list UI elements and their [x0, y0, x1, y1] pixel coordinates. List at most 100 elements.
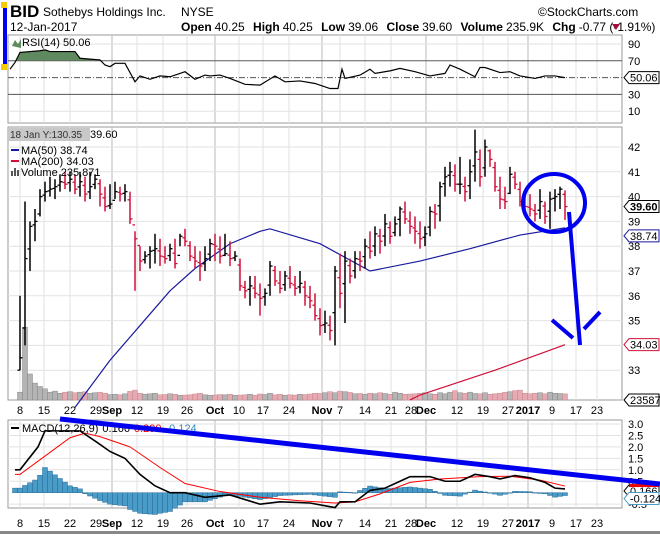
macd-histogram-bar	[132, 492, 138, 512]
macd-histogram-bar	[87, 492, 93, 497]
volume-bar	[87, 392, 93, 401]
volume-bar	[367, 392, 373, 401]
macd-histogram-bar	[552, 492, 558, 498]
macd-histogram-bar	[422, 488, 428, 493]
macd-histogram-bar	[397, 487, 403, 493]
macd-histogram-bar	[62, 481, 68, 493]
macd-histogram-bar	[37, 475, 43, 493]
macd-histogram-bar	[342, 491, 348, 493]
volume-bar	[92, 392, 98, 401]
volume-bar	[112, 394, 118, 401]
volume-bar	[432, 394, 438, 401]
x-tick-label: 22	[64, 518, 76, 530]
macd-histogram-bar	[272, 492, 278, 497]
volume-bar	[457, 392, 463, 401]
macd-histogram-bar	[467, 491, 473, 493]
macd-histogram-bar	[537, 492, 543, 494]
volume-bar	[482, 392, 488, 401]
volume-bar	[242, 394, 248, 401]
price-y-tick-label: 38	[628, 241, 640, 253]
x-tick-label: 17	[257, 405, 269, 417]
volume-bar	[302, 394, 308, 401]
macd-histogram-bar	[452, 492, 458, 497]
x-tick-label: Sep	[102, 518, 122, 530]
macd-hist-value-label: -0.124	[623, 492, 660, 506]
tooltip-text: 18 Jan Y:130.35	[10, 130, 83, 141]
volume-bar	[182, 394, 188, 401]
volume-bar	[252, 395, 258, 401]
macd-histogram-bar	[292, 492, 298, 496]
volume-bar	[142, 394, 148, 401]
volume-bar	[47, 391, 53, 401]
annotation-handle[interactable]	[1, 2, 7, 8]
volume-bar	[322, 392, 328, 401]
x-tick-label: Nov	[312, 405, 334, 417]
macd-histogram-bar	[312, 492, 318, 496]
volume-bar	[542, 393, 548, 401]
volume-bar	[427, 393, 433, 401]
volume-bar	[127, 391, 133, 401]
x-tick-label: 26	[181, 405, 193, 417]
macd-histogram-bar	[32, 479, 38, 493]
volume-bar	[277, 394, 283, 401]
macd-histogram-bar	[42, 467, 48, 493]
volume-bar	[167, 393, 173, 401]
last-price-label: 39.60	[623, 200, 660, 214]
macd-histogram-bar	[522, 491, 528, 493]
macd-histogram-bar	[72, 487, 78, 493]
volume-bar	[297, 394, 303, 401]
rsi-panel	[7, 34, 623, 124]
volume-bar	[552, 392, 558, 401]
macd-histogram-bar	[527, 491, 533, 493]
volume-bar	[402, 394, 408, 401]
volume-bar	[42, 388, 48, 401]
macd-histogram-bar	[477, 490, 483, 493]
macd-histogram-bar	[517, 491, 523, 493]
ma50-value-label-text: 38.74	[630, 231, 658, 243]
volume-bar	[452, 390, 458, 401]
x-tick-label: 23	[591, 518, 603, 530]
macd-histogram-bar	[147, 492, 153, 515]
x-tick-label: 10	[233, 405, 245, 417]
macd-histogram-bar	[17, 487, 23, 493]
volume-bar	[217, 394, 223, 401]
macd-histogram-bar	[52, 474, 58, 493]
volume-bar	[467, 391, 473, 401]
quote-date: 12-Jan-2017	[10, 20, 78, 34]
annotation-handle[interactable]	[1, 64, 7, 70]
open-label: Open	[181, 20, 212, 34]
x-tick-label: 12	[131, 518, 143, 530]
macd-histogram-bar	[167, 492, 173, 512]
stock-chart: BID Sothebys Holdings Inc. NYSE ©StockCh…	[0, 2, 660, 534]
x-tick-label: Dec	[416, 518, 436, 530]
open-value: 40.25	[215, 20, 245, 34]
x-tick-label: 12	[451, 405, 463, 417]
macd-histogram-bar	[107, 492, 113, 505]
ma200-value-label: 34.03	[623, 338, 660, 352]
tooltip-trail-value: 39.60	[90, 129, 118, 141]
exchange: NYSE	[181, 5, 214, 19]
macd-histogram-bar	[287, 492, 293, 496]
price-y-tick-label: 35	[628, 316, 640, 328]
volume-bar	[147, 393, 153, 401]
macd-histogram-bar	[437, 492, 443, 494]
x-tick-label: 21	[385, 405, 397, 417]
volume-bar	[67, 391, 73, 401]
copyright: ©StockCharts.com	[538, 5, 638, 19]
macd-histogram-bar	[547, 492, 553, 496]
macd-histogram-bar	[447, 492, 453, 496]
volume-bar	[37, 386, 43, 401]
x-tick-label: 12	[131, 405, 143, 417]
volume-legend: Volume 235,871	[21, 167, 101, 179]
x-tick-label: 7	[337, 518, 343, 530]
macd-histogram-bar	[102, 492, 108, 503]
volume-bar	[392, 391, 398, 401]
macd-histogram-bar	[462, 492, 468, 495]
x-tick-label: 19	[157, 518, 169, 530]
volume-bar	[497, 392, 503, 401]
volume-bar	[557, 393, 563, 401]
macd-histogram-bar	[302, 492, 308, 495]
volume-bar	[317, 393, 323, 401]
macd-histogram-bar	[512, 491, 518, 493]
macd-histogram-bar	[432, 491, 438, 493]
